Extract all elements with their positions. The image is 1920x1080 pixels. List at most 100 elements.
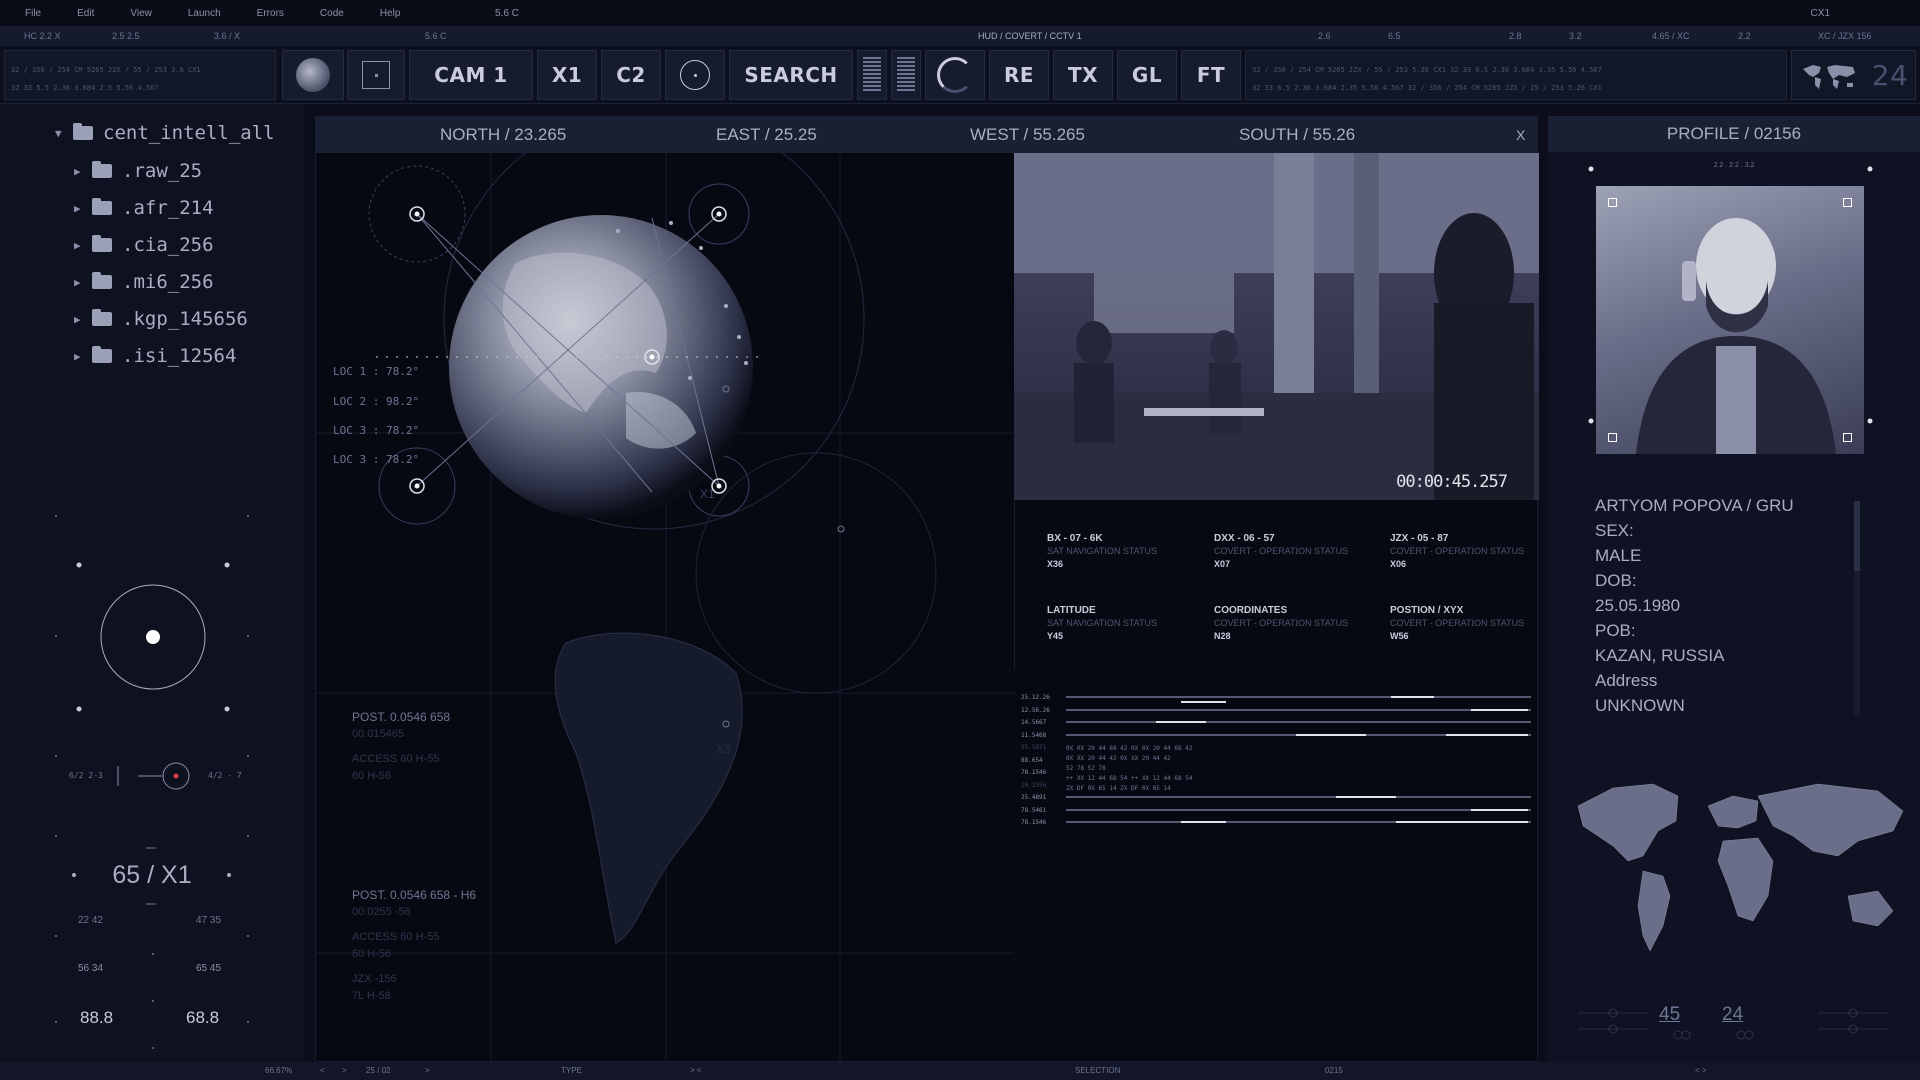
bar-label: 55.5871 — [1021, 744, 1047, 751]
bottom-status-bar: 66.67% < > 25 / 02 > TYPE > < SELECTION … — [0, 1062, 1920, 1080]
coord-east: EAST / 25.25 — [716, 125, 817, 144]
x1-button[interactable]: X1 — [537, 50, 597, 100]
profile-scrollbar[interactable] — [1854, 501, 1860, 716]
status-left-a: HC 2.2 X — [24, 31, 61, 41]
status-sub: SAT NAVIGATION STATUS — [1047, 546, 1158, 556]
post-1-line-2: ACCESS 60 H-55 — [352, 753, 440, 765]
caret-right-icon: ▶ — [74, 349, 81, 363]
post-1-line-1: 00.015465 — [352, 728, 404, 740]
tree-item-label: .kgp_145656 — [122, 308, 248, 330]
profile-dob-value: 25.05.1980 — [1595, 596, 1681, 615]
feed-timestamp: 00:00:45.257 — [1396, 472, 1508, 492]
status-key: DXX - 06 - 57 — [1214, 533, 1275, 544]
loc-4: LOC 3 : 78.2° — [333, 453, 420, 466]
bar-label: 25.12.26 — [1021, 694, 1050, 701]
status-sub: COVERT - OPERATION STATUS — [1214, 546, 1349, 556]
caret-right-icon: ▶ — [74, 201, 81, 215]
tree-item-afr[interactable]: ▶ .afr_214 — [74, 197, 214, 219]
world-map[interactable] — [1558, 766, 1918, 966]
tree-item-raw[interactable]: ▶ .raw_25 — [74, 160, 202, 182]
nav-arrows-icon[interactable]: > < — [690, 1066, 702, 1075]
tree-item-cia[interactable]: ▶ .cia_256 — [74, 234, 214, 256]
status-r2: 6.5 — [1388, 31, 1401, 41]
right-nav-icon[interactable]: < > — [1695, 1066, 1707, 1075]
gl-button[interactable]: GL — [1117, 50, 1177, 100]
sidebar-main-readout: 65 / X1 — [112, 861, 192, 889]
type-label: TYPE — [561, 1066, 582, 1075]
menu-code[interactable]: Code — [320, 8, 360, 19]
cctv-scene — [1014, 153, 1539, 500]
tree-item-isi[interactable]: ▶ .isi_12564 — [74, 345, 236, 367]
post-1-line-3: 60 H-56 — [352, 770, 392, 782]
map-label-x3: X3 — [716, 742, 731, 756]
target-icon — [680, 60, 710, 90]
coord-south: SOUTH / 55.26 — [1239, 125, 1356, 144]
status-left-d: 5.6 C — [425, 31, 447, 41]
menu-help[interactable]: Help — [380, 8, 417, 19]
profile-scrollbar-thumb[interactable] — [1854, 501, 1860, 571]
frame-button[interactable] — [347, 50, 405, 100]
search-button[interactable]: SEARCH — [729, 50, 853, 100]
ft-button[interactable]: FT — [1181, 50, 1241, 100]
tree-item-label: .afr_214 — [122, 197, 214, 219]
status-cell-bx: BX - 07 - 6K SAT NAVIGATION STATUS X36 — [1047, 532, 1157, 571]
loc-1: LOC 1 : 78.2° — [333, 365, 420, 378]
status-r6: 2.2 — [1738, 31, 1751, 41]
target-button[interactable] — [665, 50, 725, 100]
menu-view[interactable]: View — [130, 8, 168, 19]
menu-edit[interactable]: Edit — [77, 8, 110, 19]
slider-knob-dot — [173, 773, 179, 779]
status-key: POSTION / XYX — [1390, 605, 1464, 616]
cam-1-button[interactable]: CAM 1 — [409, 50, 533, 100]
menu-errors[interactable]: Errors — [257, 8, 300, 19]
profile-photo[interactable] — [1596, 186, 1864, 454]
world-clock-widget: 24 — [1791, 50, 1916, 100]
post-1-title: POST. 0.0546 658 — [352, 710, 451, 724]
globe-button[interactable] — [282, 50, 344, 100]
menu-bar: File Edit View Launch Errors Code Help 5… — [0, 0, 1920, 26]
dial-button[interactable] — [925, 50, 985, 100]
status-cell-dxx: DXX - 06 - 57 COVERT - OPERATION STATUS … — [1214, 532, 1348, 571]
profile-dob-label: DOB: — [1595, 571, 1637, 590]
folder-icon — [92, 235, 112, 252]
menu-launch[interactable]: Launch — [188, 8, 237, 19]
tx-button[interactable]: TX — [1053, 50, 1113, 100]
bars-icon — [897, 57, 915, 93]
menu-file[interactable]: File — [25, 8, 57, 19]
readout-r2-left: 56 34 — [78, 963, 104, 974]
status-cell-position: POSTION / XYX COVERT - OPERATION STATUS … — [1390, 604, 1524, 643]
status-key: LATITUDE — [1047, 605, 1096, 616]
map-label-x1: X1 — [700, 487, 715, 501]
big-right-readout: 68.8 — [186, 1008, 220, 1027]
status-r1: 2.6 — [1318, 31, 1331, 41]
profile-pob-value: KAZAN, RUSSIA — [1595, 646, 1725, 665]
caret-right-icon: ▶ — [74, 164, 81, 178]
cctv-feed[interactable]: 00:00:45.257 — [1014, 153, 1539, 500]
page-next-icon[interactable]: > — [342, 1066, 347, 1075]
tree-item-mi6[interactable]: ▶ .mi6_256 — [74, 271, 214, 293]
bars-button-2[interactable] — [891, 50, 921, 100]
page-prev-icon[interactable]: < — [320, 1066, 325, 1075]
status-cell-jzx: JZX - 05 - 87 COVERT - OPERATION STATUS … — [1390, 532, 1524, 571]
bar-label: 78.1546 — [1021, 819, 1047, 826]
status-sub: COVERT - OPERATION STATUS — [1390, 546, 1525, 556]
globe-network-map[interactable]: X1 X3 — [316, 153, 1014, 1063]
folder-icon — [92, 272, 112, 289]
loc-2: LOC 2 : 98.2° — [333, 395, 420, 408]
clock-value: 24 — [1871, 58, 1909, 92]
close-button[interactable]: X — [1516, 127, 1525, 143]
bar-label: 12.56.26 — [1021, 706, 1050, 714]
bars-button-1[interactable] — [857, 50, 887, 100]
frame-corner-br — [1843, 433, 1852, 442]
zoom-level[interactable]: 66.67% — [265, 1066, 292, 1075]
c2-button[interactable]: C2 — [601, 50, 661, 100]
status-grid: BX - 07 - 6K SAT NAVIGATION STATUS X36 D… — [1014, 500, 1539, 670]
status-key: BX - 07 - 6K — [1047, 533, 1103, 544]
re-button[interactable]: RE — [989, 50, 1049, 100]
tree-item-kgp[interactable]: ▶ .kgp_145656 — [74, 308, 248, 330]
toolbar: 32 / 356 / 254 CM 5265 JZX / 55 / 253 3.… — [0, 46, 1920, 104]
coord-north: NORTH / 23.265 — [440, 125, 567, 144]
status-sub: COVERT - OPERATION STATUS — [1214, 618, 1349, 628]
page-forward-icon[interactable]: > — [425, 1066, 430, 1075]
tree-root[interactable]: ▼ cent_intell_all — [55, 122, 275, 144]
